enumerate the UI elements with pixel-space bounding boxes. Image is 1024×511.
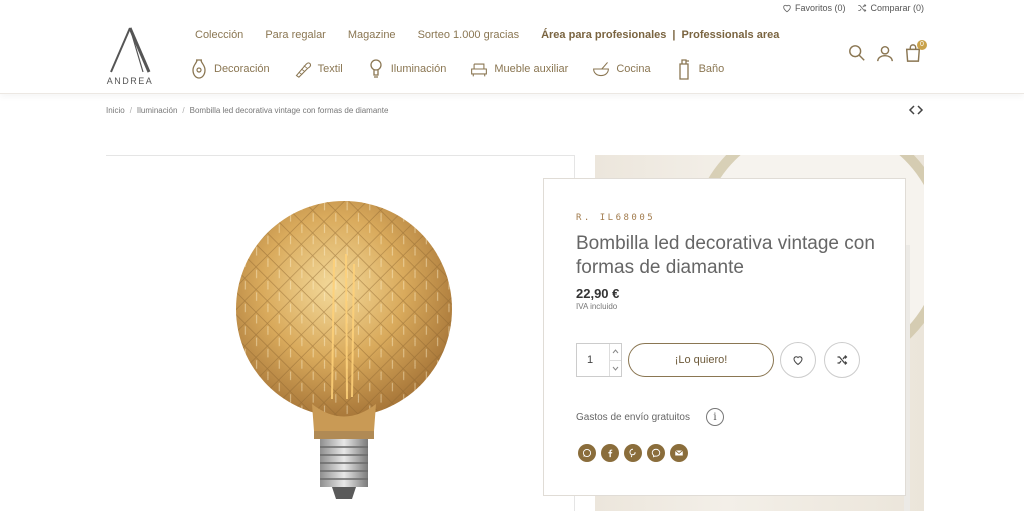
category-label: Mueble auxiliar <box>494 63 569 75</box>
shipping-text: Gastos de envío gratuitos <box>576 411 690 423</box>
category-decoracion[interactable]: Decoración <box>190 58 270 80</box>
category-iluminacion[interactable]: Iluminación <box>367 58 447 80</box>
heart-icon <box>783 4 791 13</box>
share-pinterest[interactable] <box>624 444 642 462</box>
nav-professionals[interactable]: Área para profesionales | Professionals ar… <box>541 29 779 41</box>
product-bulb-image <box>236 201 452 499</box>
breadcrumb-iluminacion[interactable]: Iluminación <box>137 106 177 115</box>
share-facebook[interactable] <box>601 444 619 462</box>
whatsapp-icon <box>582 448 592 458</box>
share-email[interactable] <box>670 444 688 462</box>
shuffle-icon <box>858 3 867 13</box>
category-mueble-auxiliar[interactable]: Mueble auxiliar <box>470 58 568 80</box>
search-icon <box>849 45 865 61</box>
pinterest-icon <box>629 448 636 458</box>
add-to-compare-button[interactable] <box>824 342 860 378</box>
shuffle-icon <box>837 355 848 365</box>
pro-label-en: Professionals area <box>681 29 780 41</box>
chevron-left-icon[interactable] <box>908 105 915 115</box>
lightbulb-icon <box>370 59 382 78</box>
nav-magazine[interactable]: Magazine <box>348 29 396 41</box>
fabric-roll-icon <box>295 62 311 78</box>
favorites-link[interactable]: Favoritos (0) <box>782 3 846 13</box>
breadcrumb-current: Bombilla led decorativa vintage con form… <box>189 106 389 115</box>
top-bar: Favoritos (0) Comparar (0) <box>782 3 924 13</box>
product-price: 22,90 € <box>576 286 620 301</box>
quantity-decrease[interactable] <box>610 361 621 377</box>
product-title: Bombilla led decorativa vintage con form… <box>576 233 875 278</box>
account-button[interactable] <box>876 44 894 62</box>
heart-icon <box>793 356 803 366</box>
breadcrumb: Inicio / Iluminación / Bombilla led deco… <box>106 106 388 115</box>
email-icon <box>674 450 684 456</box>
favorites-label: Favoritos (0) <box>794 3 846 13</box>
mortar-icon <box>593 62 610 77</box>
category-label: Textil <box>317 63 343 75</box>
product-reference: R. IL68005 <box>576 213 656 223</box>
share-whatsapp[interactable] <box>578 444 596 462</box>
category-bano[interactable]: Baño <box>675 58 725 80</box>
search-button[interactable] <box>848 44 866 62</box>
chevron-right-icon[interactable] <box>917 105 924 115</box>
pro-separator: | <box>672 29 676 41</box>
compare-label: Comparar (0) <box>870 3 924 13</box>
andrea-logo-icon <box>110 27 151 73</box>
share-buttons <box>578 444 688 462</box>
share-messenger[interactable] <box>647 444 665 462</box>
header-actions: 0 <box>848 40 927 62</box>
quantity-arrows <box>609 344 621 376</box>
product-info-card: R. IL68005 Bombilla led decorativa vinta… <box>543 178 906 496</box>
quantity-stepper <box>576 343 622 377</box>
shipping-info: Gastos de envío gratuitos i <box>576 408 724 426</box>
user-icon <box>877 45 893 62</box>
category-label: Cocina <box>616 63 651 75</box>
nav-sorteo[interactable]: Sorteo 1.000 gracias <box>418 29 520 41</box>
breadcrumb-separator: / <box>182 106 185 115</box>
category-nav: Decoración Textil Iluminación Mueble aux… <box>190 58 724 80</box>
breadcrumb-separator: / <box>129 106 132 115</box>
compare-link[interactable]: Comparar (0) <box>857 3 924 13</box>
pro-label-es: Área para profesionales <box>541 29 667 41</box>
add-to-cart-button[interactable]: ¡Lo quiero! <box>628 343 774 377</box>
cart-button[interactable]: 0 <box>904 40 927 62</box>
quantity-increase[interactable] <box>610 344 621 361</box>
chevron-up-icon <box>612 349 619 354</box>
vase-icon <box>192 59 206 79</box>
product-pager <box>908 105 924 115</box>
logo-text: ANDREA <box>106 76 154 86</box>
armchair-icon <box>471 63 488 77</box>
site-header: Favoritos (0) Comparar (0) ANDREA Colecc… <box>0 0 1024 94</box>
facebook-icon <box>608 449 613 458</box>
nav-coleccion[interactable]: Colección <box>195 29 243 41</box>
info-icon[interactable]: i <box>705 408 724 426</box>
category-label: Iluminación <box>390 63 447 75</box>
breadcrumb-inicio[interactable]: Inicio <box>106 106 125 115</box>
category-textil[interactable]: Textil <box>294 58 343 80</box>
product-image-panel[interactable] <box>106 155 575 511</box>
messenger-icon <box>651 448 661 458</box>
brand-logo[interactable]: ANDREA <box>106 26 154 88</box>
category-label: Decoración <box>214 63 270 75</box>
soap-bottle-icon <box>678 59 689 80</box>
category-label: Baño <box>698 63 725 75</box>
cart-count-badge: 0 <box>917 40 927 50</box>
vat-note: IVA incluido <box>576 302 618 311</box>
chevron-down-icon <box>612 366 619 371</box>
nav-para-regalar[interactable]: Para regalar <box>265 29 326 41</box>
primary-nav: Colección Para regalar Magazine Sorteo 1… <box>195 29 779 41</box>
quantity-input[interactable] <box>577 344 609 376</box>
add-to-favorites-button[interactable] <box>780 342 816 378</box>
category-cocina[interactable]: Cocina <box>592 58 651 80</box>
